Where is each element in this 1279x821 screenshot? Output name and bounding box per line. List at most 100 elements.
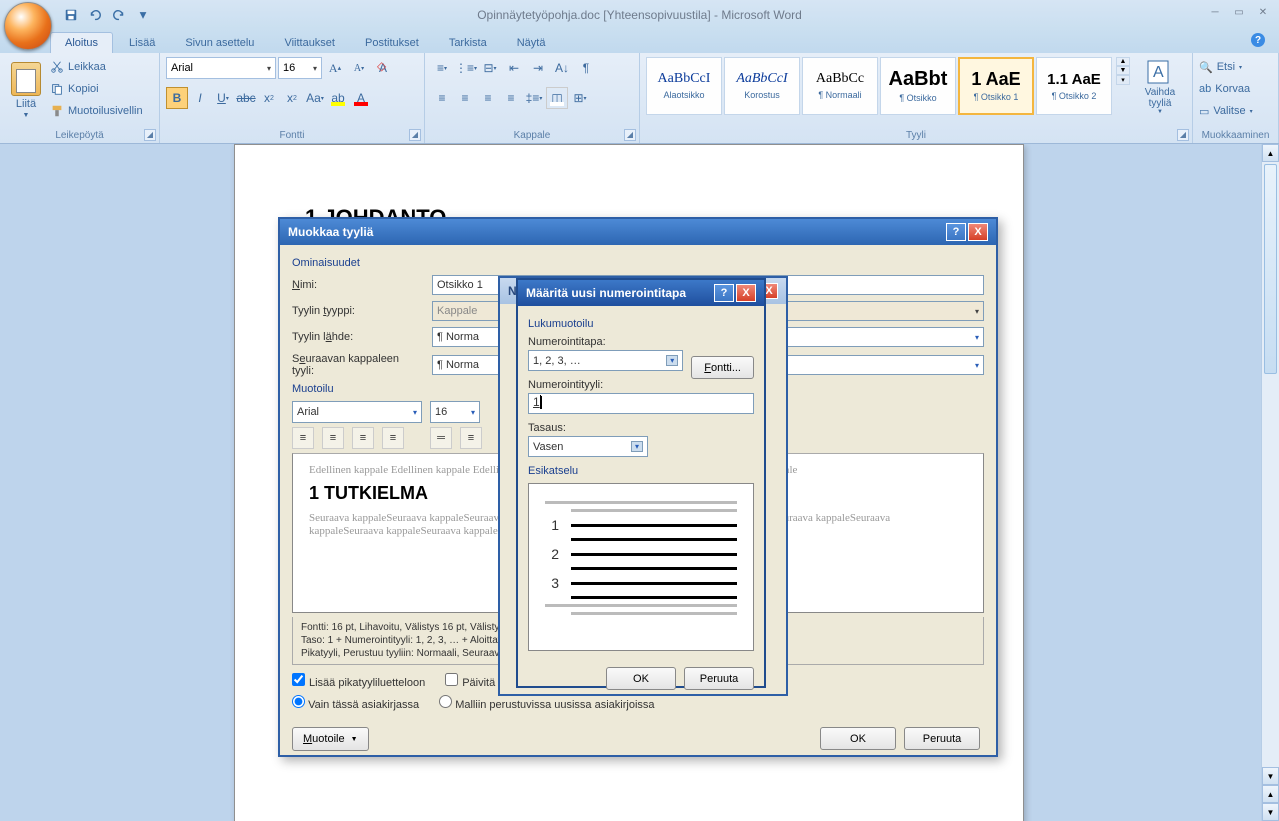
align-left-button[interactable]: ≡ bbox=[431, 87, 453, 109]
subscript-button[interactable]: x2 bbox=[258, 87, 280, 109]
align-center-button[interactable]: ≡ bbox=[454, 87, 476, 109]
multilevel-list-button[interactable]: ⊟▾ bbox=[479, 57, 501, 79]
bold-button[interactable]: B bbox=[166, 87, 188, 109]
numfmt-cancel-button[interactable]: Peruuta bbox=[684, 667, 754, 690]
number-style-input[interactable]: 1 bbox=[528, 393, 754, 414]
modify-style-close-icon[interactable]: X bbox=[968, 223, 988, 241]
browse-prev-icon[interactable]: ▲ bbox=[1262, 785, 1279, 803]
modify-cancel-button[interactable]: Peruuta bbox=[904, 727, 980, 750]
scroll-thumb[interactable] bbox=[1264, 164, 1277, 374]
group-paragraph: ≡▾ ⋮≡▾ ⊟▾ ⇤ ⇥ A↓ ¶ ≡ ≡ ≡ ≡ ‡≡▾ ◫ ⊞▾ Kapp… bbox=[425, 53, 640, 143]
strikethrough-button[interactable]: abc bbox=[235, 87, 257, 109]
replace-button[interactable]: abKorvaa bbox=[1199, 79, 1253, 99]
help-icon[interactable]: ? bbox=[1251, 33, 1265, 47]
restore-button[interactable]: ▭ bbox=[1229, 4, 1249, 20]
font-size-combo[interactable]: 16▾ bbox=[278, 57, 322, 79]
gallery-down-icon[interactable]: ▼ bbox=[1116, 66, 1130, 75]
line-spacing-button[interactable]: ‡≡▾ bbox=[523, 87, 545, 109]
alignment-select[interactable]: Vasen▾ bbox=[528, 436, 648, 457]
fmt-size-combo[interactable]: 16▾ bbox=[430, 401, 480, 423]
scroll-up-icon[interactable]: ▲ bbox=[1262, 144, 1279, 162]
gallery-more-icon[interactable]: ▾ bbox=[1116, 75, 1130, 85]
style-item-3[interactable]: AaBbt¶ Otsikko bbox=[880, 57, 956, 115]
tab-lisaa[interactable]: Lisää bbox=[115, 33, 169, 53]
number-format-help-icon[interactable]: ? bbox=[714, 284, 734, 302]
minimize-button[interactable]: ─ bbox=[1205, 4, 1225, 20]
tab-nayta[interactable]: Näytä bbox=[503, 33, 560, 53]
chk-quick-style[interactable]: Lisää pikatyyliluetteloon bbox=[292, 673, 425, 689]
styles-dialog-launcher[interactable]: ◢ bbox=[1177, 129, 1189, 141]
style-item-1[interactable]: AaBbCcIKorostus bbox=[724, 57, 800, 115]
tab-postitukset[interactable]: Postitukset bbox=[351, 33, 433, 53]
style-item-5[interactable]: 1.1 AaE¶ Otsikko 2 bbox=[1036, 57, 1112, 115]
fmt-font-combo[interactable]: Arial▾ bbox=[292, 401, 422, 423]
numbering-button[interactable]: ⋮≡▾ bbox=[455, 57, 477, 79]
underline-button[interactable]: U▾ bbox=[212, 87, 234, 109]
fmt-spacing-2[interactable]: ≡ bbox=[460, 427, 482, 449]
browse-next-icon[interactable]: ▼ bbox=[1262, 803, 1279, 821]
close-button[interactable]: ✕ bbox=[1253, 4, 1273, 20]
numfmt-ok-button[interactable]: OK bbox=[606, 667, 676, 690]
format-painter-button[interactable]: Muotoilusivellin bbox=[50, 101, 143, 121]
sort-button[interactable]: A↓ bbox=[551, 57, 573, 79]
qat-dropdown-icon[interactable]: ▾ bbox=[132, 4, 154, 26]
number-format-select[interactable]: 1, 2, 3, …▾ bbox=[528, 350, 683, 371]
modify-ok-button[interactable]: OK bbox=[820, 727, 896, 750]
tab-tarkista[interactable]: Tarkista bbox=[435, 33, 501, 53]
tab-viittaukset[interactable]: Viittaukset bbox=[270, 33, 349, 53]
change-case-button[interactable]: Aa▾ bbox=[304, 87, 326, 109]
fmt-spacing-1[interactable]: ═ bbox=[430, 427, 452, 449]
clear-formatting-icon[interactable]: A◇ bbox=[372, 57, 394, 79]
bullets-button[interactable]: ≡▾ bbox=[431, 57, 453, 79]
change-styles-button[interactable]: A Vaihda tyyliä ▼ bbox=[1138, 57, 1182, 115]
decrease-indent-button[interactable]: ⇤ bbox=[503, 57, 525, 79]
label-next-style: Seuraavan kappaleen tyyli: bbox=[292, 353, 424, 377]
style-item-0[interactable]: AaBbCcIAlaotsikko bbox=[646, 57, 722, 115]
copy-button[interactable]: Kopioi bbox=[50, 79, 143, 99]
font-dialog-launcher[interactable]: ◢ bbox=[409, 129, 421, 141]
office-button[interactable] bbox=[4, 2, 52, 50]
group-label-clipboard: Leikepöytä bbox=[0, 130, 159, 141]
superscript-button[interactable]: x2 bbox=[281, 87, 303, 109]
fmt-align-left[interactable]: ≡ bbox=[292, 427, 314, 449]
scroll-down-icon[interactable]: ▼ bbox=[1262, 767, 1279, 785]
number-format-titlebar[interactable]: Määritä uusi numerointitapa ? X bbox=[518, 280, 764, 306]
tab-sivun-asettelu[interactable]: Sivun asettelu bbox=[171, 33, 268, 53]
justify-button[interactable]: ≡ bbox=[500, 87, 522, 109]
borders-button[interactable]: ⊞▾ bbox=[569, 87, 591, 109]
increase-indent-button[interactable]: ⇥ bbox=[527, 57, 549, 79]
select-button[interactable]: ▭Valitse▾ bbox=[1199, 101, 1253, 121]
cut-button[interactable]: Leikkaa bbox=[50, 57, 143, 77]
highlight-color-button[interactable]: ab bbox=[327, 87, 349, 109]
paragraph-dialog-launcher[interactable]: ◢ bbox=[624, 129, 636, 141]
fmt-align-right[interactable]: ≡ bbox=[352, 427, 374, 449]
font-button[interactable]: Fontti... bbox=[691, 356, 754, 379]
redo-icon[interactable] bbox=[108, 4, 130, 26]
format-menu-button[interactable]: Muotoile▼ bbox=[292, 727, 369, 751]
font-color-button[interactable]: A bbox=[350, 87, 372, 109]
font-name-combo[interactable]: Arial▾ bbox=[166, 57, 276, 79]
style-gallery-scroll[interactable]: ▲ ▼ ▾ bbox=[1116, 57, 1130, 85]
shrink-font-icon[interactable]: A▾ bbox=[348, 57, 370, 79]
tab-aloitus[interactable]: Aloitus bbox=[50, 32, 113, 53]
fmt-align-justify[interactable]: ≡ bbox=[382, 427, 404, 449]
fmt-align-center[interactable]: ≡ bbox=[322, 427, 344, 449]
align-right-button[interactable]: ≡ bbox=[477, 87, 499, 109]
clipboard-dialog-launcher[interactable]: ◢ bbox=[144, 129, 156, 141]
radio-this-doc[interactable]: Vain tässä asiakirjassa bbox=[292, 695, 419, 711]
italic-button[interactable]: I bbox=[189, 87, 211, 109]
number-format-close-icon[interactable]: X bbox=[736, 284, 756, 302]
style-item-4[interactable]: 1 AaE¶ Otsikko 1 bbox=[958, 57, 1034, 115]
show-marks-button[interactable]: ¶ bbox=[575, 57, 597, 79]
gallery-up-icon[interactable]: ▲ bbox=[1116, 57, 1130, 66]
style-item-2[interactable]: AaBbCc¶ Normaali bbox=[802, 57, 878, 115]
shading-button[interactable]: ◫ bbox=[546, 87, 568, 109]
find-button[interactable]: 🔍Etsi▾ bbox=[1199, 57, 1253, 77]
undo-icon[interactable] bbox=[84, 4, 106, 26]
paste-button[interactable]: Liitä ▼ bbox=[6, 57, 46, 123]
modify-style-help-icon[interactable]: ? bbox=[946, 223, 966, 241]
vertical-scrollbar[interactable]: ▲ ▼ ▲ ▼ bbox=[1261, 144, 1279, 821]
modify-style-titlebar[interactable]: Muokkaa tyyliä ? X bbox=[280, 219, 996, 245]
grow-font-icon[interactable]: A▴ bbox=[324, 57, 346, 79]
save-icon[interactable] bbox=[60, 4, 82, 26]
